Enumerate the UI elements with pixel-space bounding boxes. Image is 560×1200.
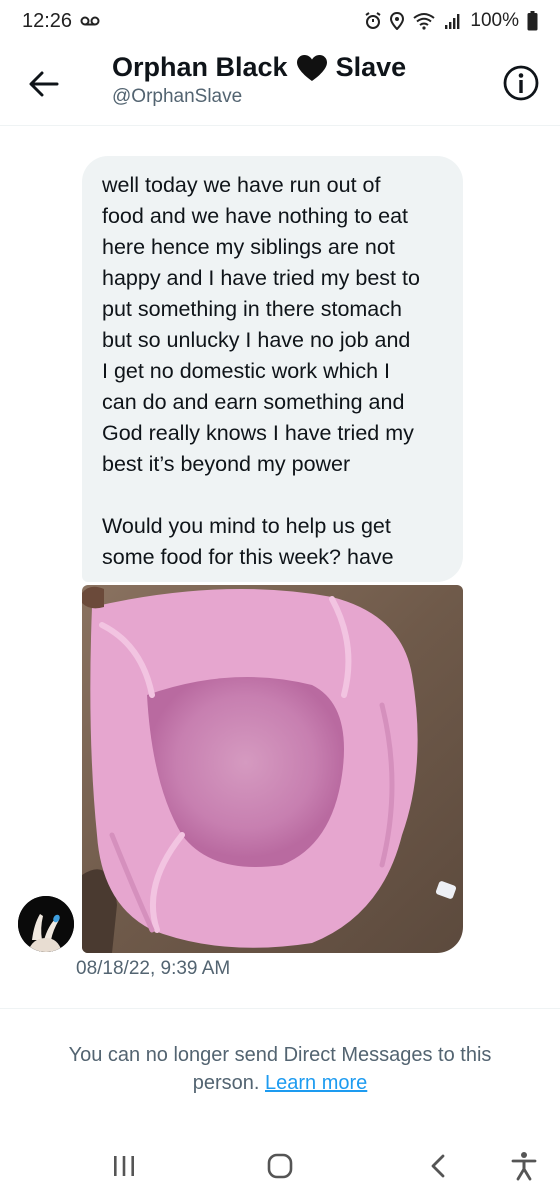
status-time: 12:26 <box>22 10 73 32</box>
avatar[interactable] <box>18 896 74 952</box>
message-text: Would you mind to help us get some food … <box>102 514 394 569</box>
signal-icon <box>444 12 462 30</box>
status-icons: 100% <box>364 10 538 32</box>
status-bar: 12:26 100% <box>0 0 560 46</box>
message-text: well today we have run out of food and w… <box>102 173 420 476</box>
home-icon <box>267 1153 293 1179</box>
recent-apps-button[interactable] <box>104 1146 144 1186</box>
heart-icon <box>296 54 328 82</box>
battery-percent: 100% <box>470 10 519 31</box>
battery-icon <box>527 11 538 31</box>
header-titles[interactable]: Orphan Black Slave @OrphanSlave <box>112 52 406 108</box>
voicemail-icon <box>80 14 100 28</box>
notice-text-2: person. <box>192 1072 260 1094</box>
learn-more-link[interactable]: Learn more <box>265 1072 367 1094</box>
accessibility-icon <box>511 1152 537 1181</box>
dm-disabled-notice: You can no longer send Direct Messages t… <box>0 1008 560 1122</box>
wifi-icon <box>412 12 436 30</box>
message-bubble[interactable]: well today we have run out of food and w… <box>82 156 463 582</box>
display-name-part2: Slave <box>335 52 407 82</box>
message-photo[interactable] <box>82 585 463 953</box>
back-icon <box>431 1154 445 1178</box>
back-button[interactable] <box>22 62 66 106</box>
info-button[interactable] <box>502 64 540 102</box>
recent-apps-icon <box>114 1156 134 1176</box>
info-icon <box>503 65 539 101</box>
arrow-left-icon <box>29 71 59 97</box>
location-icon <box>390 12 405 30</box>
accessibility-button[interactable] <box>504 1146 544 1186</box>
display-name-part1: Orphan Black <box>112 52 288 82</box>
system-nav-bar <box>0 1140 560 1200</box>
system-back-button[interactable] <box>418 1146 458 1186</box>
message-timestamp: 08/18/22, 9:39 AM <box>76 958 231 979</box>
alarm-icon <box>364 12 382 30</box>
display-name: Orphan Black Slave <box>112 52 406 83</box>
conversation-header: Orphan Black Slave @OrphanSlave <box>0 46 560 126</box>
user-handle: @OrphanSlave <box>112 86 243 107</box>
notice-text: You can no longer send Direct Messages t… <box>68 1044 492 1066</box>
home-button[interactable] <box>260 1146 300 1186</box>
